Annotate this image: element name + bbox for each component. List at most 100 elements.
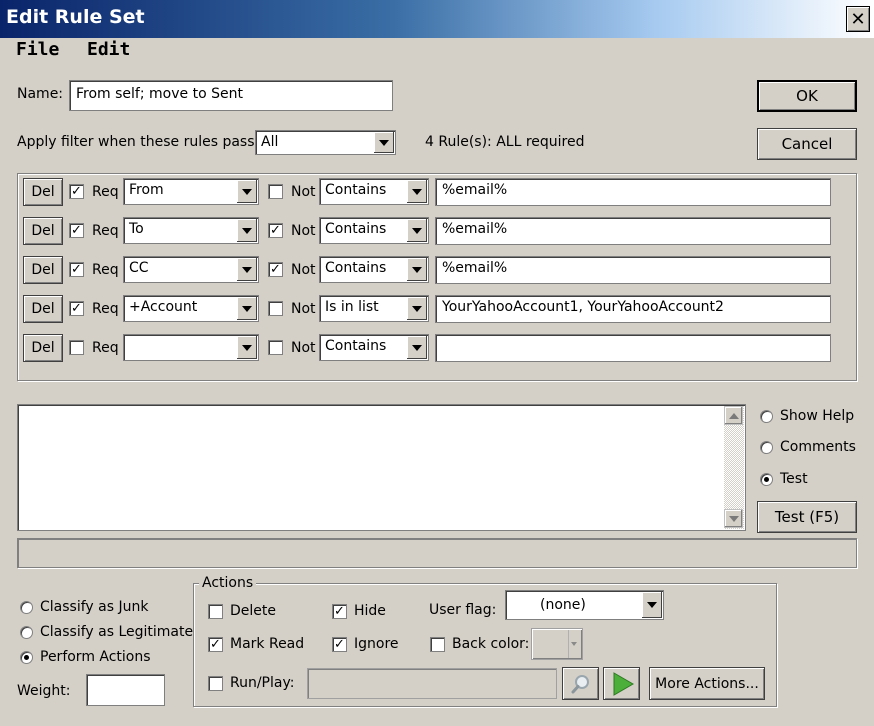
classify-option-radio[interactable] — [20, 651, 33, 664]
hide-label: Hide — [354, 603, 386, 619]
apply-filter-value: All — [261, 134, 279, 150]
run-play-checkbox[interactable] — [208, 676, 223, 691]
actions-group-label: Actions — [199, 575, 257, 591]
rule-value-input[interactable]: %email% — [435, 217, 831, 245]
browse-button[interactable] — [562, 667, 599, 700]
mark-read-checkbox[interactable]: ✓ — [208, 637, 223, 652]
apply-filter-select[interactable]: All — [255, 130, 396, 155]
user-flag-select[interactable]: (none) — [505, 590, 664, 620]
chevron-down-icon — [406, 336, 427, 359]
rule-operator-value: Contains — [325, 338, 387, 354]
chevron-down-icon — [641, 592, 662, 618]
rule-field-select[interactable]: CC — [123, 256, 259, 283]
view-option-radio[interactable] — [760, 410, 773, 423]
chevron-down-icon — [373, 132, 394, 153]
view-option-label: Test — [780, 471, 808, 487]
required-label: Req — [92, 184, 119, 200]
back-color-picker[interactable] — [531, 628, 583, 660]
rule-operator-value: Contains — [325, 221, 387, 237]
rule-field-select[interactable]: +Account — [123, 295, 259, 322]
menu-file[interactable]: File — [16, 39, 59, 60]
rule-operator-select[interactable]: Is in list — [319, 295, 429, 322]
rule-field-value: CC — [129, 260, 149, 276]
rule-value-input[interactable]: YourYahooAccount1, YourYahooAccount2 — [435, 295, 831, 323]
arrow-down-icon — [728, 515, 739, 522]
rule-operator-select[interactable]: Contains — [319, 334, 429, 361]
classify-option-radio[interactable] — [20, 601, 33, 614]
rule-field-select[interactable]: To — [123, 217, 259, 244]
delete-rule-button[interactable]: Del — [23, 256, 63, 284]
view-option-label: Show Help — [780, 408, 855, 424]
not-checkbox[interactable]: ✓ — [268, 262, 283, 277]
delete-rule-button[interactable]: Del — [23, 295, 63, 323]
menu-edit[interactable]: Edit — [87, 39, 130, 60]
required-label: Req — [92, 262, 119, 278]
required-label: Req — [92, 340, 119, 356]
classify-option-label: Perform Actions — [40, 649, 151, 665]
delete-rule-button[interactable]: Del — [23, 178, 63, 206]
cancel-button[interactable]: Cancel — [757, 128, 857, 160]
rule-operator-value: Contains — [325, 260, 387, 276]
rule-field-value: To — [129, 221, 144, 237]
scroll-up-button[interactable] — [724, 406, 743, 425]
ignore-label: Ignore — [354, 636, 399, 652]
classify-option-label: Classify as Junk — [40, 599, 149, 615]
close-button[interactable]: ✕ — [846, 6, 870, 32]
hide-checkbox[interactable]: ✓ — [332, 604, 347, 619]
status-bar — [17, 538, 857, 568]
view-option-radio[interactable] — [760, 441, 773, 454]
classify-option-label: Classify as Legitimate — [40, 624, 194, 640]
rule-operator-select[interactable]: Contains — [319, 256, 429, 283]
chevron-down-icon — [236, 180, 257, 203]
required-checkbox[interactable]: ✓ — [69, 301, 84, 316]
classify-option-radio[interactable] — [20, 626, 33, 639]
rule-field-select[interactable]: From — [123, 178, 259, 205]
ignore-checkbox[interactable]: ✓ — [332, 637, 347, 652]
chevron-down-icon — [406, 219, 427, 242]
rule-value-input[interactable] — [435, 334, 831, 362]
not-label: Not — [291, 184, 316, 200]
delete-label: Delete — [230, 603, 276, 619]
rule-value-input[interactable]: %email% — [435, 178, 831, 206]
play-button[interactable] — [603, 667, 640, 700]
rule-operator-select[interactable]: Contains — [319, 217, 429, 244]
magnifier-icon — [571, 674, 589, 693]
not-checkbox[interactable] — [268, 340, 283, 355]
view-option-radio[interactable] — [760, 473, 773, 486]
not-label: Not — [291, 301, 316, 317]
test-output-area[interactable] — [17, 404, 746, 531]
name-input[interactable]: From self; move to Sent — [69, 80, 393, 111]
required-checkbox[interactable]: ✓ — [69, 223, 84, 238]
rule-field-value: +Account — [129, 299, 198, 315]
run-play-path-input[interactable] — [307, 668, 557, 699]
chevron-down-icon — [406, 258, 427, 281]
rule-operator-select[interactable]: Contains — [319, 178, 429, 205]
delete-rule-button[interactable]: Del — [23, 217, 63, 245]
chevron-down-icon — [236, 336, 257, 359]
rule-value-input[interactable]: %email% — [435, 256, 831, 284]
not-checkbox[interactable] — [268, 184, 283, 199]
weight-input[interactable] — [86, 674, 165, 706]
test-button[interactable]: Test (F5) — [757, 501, 857, 533]
required-checkbox[interactable] — [69, 340, 84, 355]
chevron-down-icon — [236, 258, 257, 281]
chevron-down-icon — [406, 297, 427, 320]
not-checkbox[interactable]: ✓ — [268, 223, 283, 238]
arrow-up-icon — [728, 412, 739, 419]
back-color-checkbox[interactable] — [430, 637, 445, 652]
rule-field-select[interactable] — [123, 334, 259, 361]
scroll-down-button[interactable] — [724, 509, 743, 528]
ok-button[interactable]: OK — [757, 80, 857, 112]
delete-checkbox[interactable] — [208, 604, 223, 619]
required-checkbox[interactable]: ✓ — [69, 184, 84, 199]
back-color-label: Back color: — [452, 636, 530, 652]
not-checkbox[interactable] — [268, 301, 283, 316]
mark-read-label: Mark Read — [230, 636, 305, 652]
chevron-down-icon — [568, 630, 578, 658]
delete-rule-button[interactable]: Del — [23, 334, 63, 362]
rule-operator-value: Is in list — [325, 299, 379, 315]
play-icon — [613, 671, 634, 696]
chevron-down-icon — [236, 297, 257, 320]
required-checkbox[interactable]: ✓ — [69, 262, 84, 277]
more-actions-button[interactable]: More Actions... — [649, 667, 765, 700]
